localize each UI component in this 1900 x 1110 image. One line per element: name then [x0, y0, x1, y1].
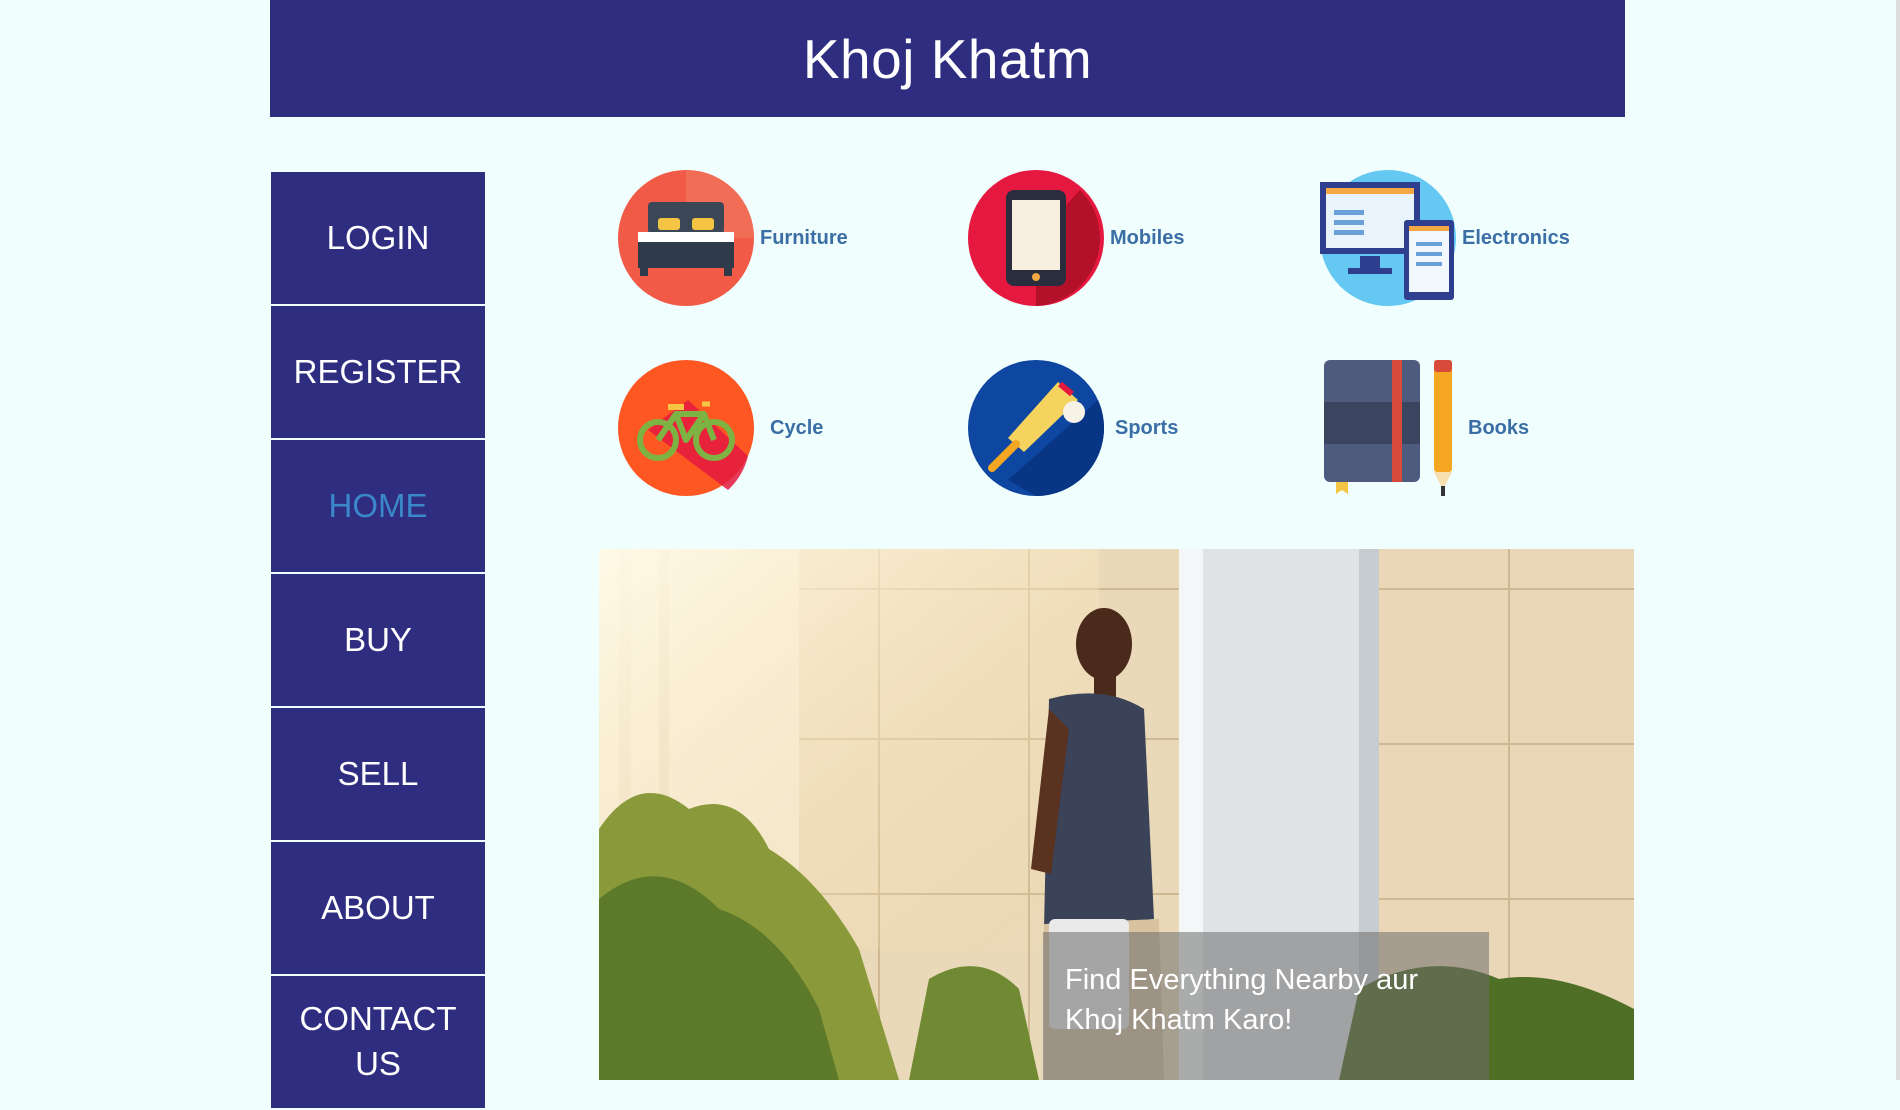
hero-caption: Find Everything Nearby aur Khoj Khatm Ka…: [1043, 932, 1489, 1080]
category-label: Electronics: [1462, 226, 1570, 249]
nav-contact-button[interactable]: CONTACT US: [271, 976, 485, 1108]
category-label: Furniture: [760, 226, 848, 249]
site-title: Khoj Khatm: [802, 27, 1093, 90]
category-electronics[interactable]: Electronics: [1320, 170, 1570, 306]
category-label: Sports: [1115, 416, 1179, 439]
computer-devices-icon: [1320, 170, 1456, 306]
book-pencil-icon: [1324, 360, 1452, 496]
category-mobiles[interactable]: Mobiles: [968, 170, 1184, 306]
nav-home-button[interactable]: HOME: [271, 440, 485, 572]
category-label: Cycle: [770, 416, 824, 439]
page-scrollbar[interactable]: [1896, 0, 1900, 1080]
cricket-bat-icon: [968, 360, 1104, 496]
nav-register-button[interactable]: REGISTER: [271, 306, 485, 438]
sidebar-nav: LOGIN REGISTER HOME BUY SELL ABOUT CONTA…: [271, 172, 485, 1110]
mobile-phone-icon: [968, 170, 1104, 306]
nav-about-button[interactable]: ABOUT: [271, 842, 485, 974]
category-books[interactable]: Books: [1320, 360, 1529, 496]
nav-sell-button[interactable]: SELL: [271, 708, 485, 840]
category-sports[interactable]: Sports: [968, 360, 1178, 496]
bed-icon: [618, 170, 754, 306]
category-grid: Furniture Mobiles Electronics Cycle Spor…: [618, 170, 1618, 500]
bicycle-icon: [618, 360, 754, 496]
category-label: Mobiles: [1110, 226, 1185, 249]
category-furniture[interactable]: Furniture: [618, 170, 848, 306]
site-header: Khoj Khatm: [270, 0, 1625, 117]
nav-login-button[interactable]: LOGIN: [271, 172, 485, 304]
category-cycle[interactable]: Cycle: [618, 360, 823, 496]
nav-buy-button[interactable]: BUY: [271, 574, 485, 706]
category-label: Books: [1468, 416, 1530, 439]
hero-banner: Find Everything Nearby aur Khoj Khatm Ka…: [599, 549, 1634, 1080]
